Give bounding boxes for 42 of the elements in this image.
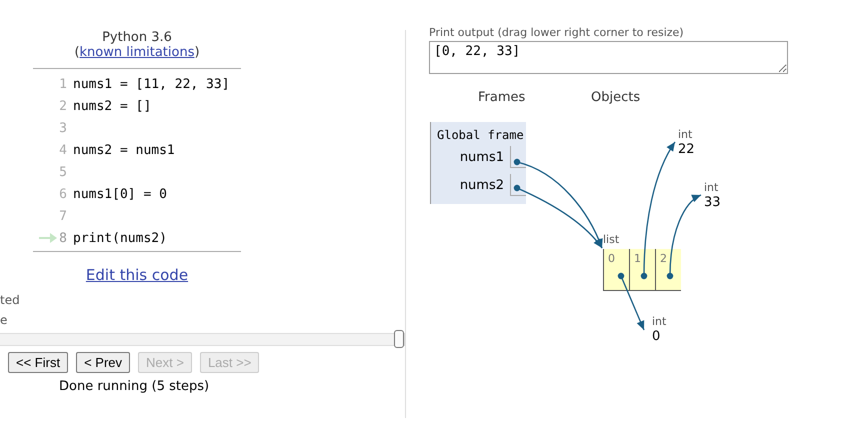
step-slider[interactable] — [0, 333, 405, 346]
edit-code-link[interactable]: Edit this code — [86, 266, 188, 284]
code-line: nums1[0] = 0 — [73, 186, 167, 202]
list-cell: 2 — [655, 249, 681, 291]
type-label: int — [678, 128, 692, 141]
frames-header: Frames — [478, 90, 526, 105]
step-button[interactable]: < Prev — [76, 352, 130, 373]
slider-thumb[interactable] — [394, 330, 404, 348]
line-number: 4 — [59, 142, 67, 158]
type-label: list — [603, 233, 620, 246]
option-label: ted — [0, 293, 20, 307]
variable-name: nums1 — [460, 150, 504, 164]
type-label: int — [704, 181, 718, 194]
list-cell: 1 — [629, 249, 655, 291]
paren-text: ) — [194, 45, 200, 60]
output-field[interactable]: [0, 22, 33] — [429, 41, 788, 74]
code-line: print(nums2) — [73, 230, 167, 246]
language-label: Python 3.6 — [102, 30, 172, 45]
variable-name: nums2 — [460, 178, 504, 192]
limitations-link[interactable]: known limitations — [80, 45, 194, 60]
int-value: 22 — [678, 142, 695, 157]
code-line: nums1 = [11, 22, 33] — [73, 76, 230, 92]
line-number: 7 — [59, 208, 67, 224]
line-number: 6 — [59, 186, 67, 202]
line-number: 3 — [59, 120, 67, 136]
int-value: 0 — [652, 329, 660, 344]
int-value: 33 — [704, 195, 721, 210]
objects-header: Objects — [591, 90, 640, 105]
type-label: int — [652, 315, 666, 328]
frame-title: Global frame — [436, 127, 525, 142]
code-line: nums2 = nums1 — [73, 142, 175, 158]
line-number: 2 — [59, 98, 67, 114]
step-button[interactable]: << First — [8, 352, 68, 373]
line-number: 1 — [59, 76, 67, 92]
status-text: Done running (5 steps) — [59, 379, 210, 394]
output-label: Print output (drag lower right corner to resize) — [429, 26, 685, 39]
paren-text: ( — [74, 45, 80, 60]
code-line: nums2 = [] — [73, 98, 152, 114]
line-number: 5 — [59, 164, 67, 180]
list-cell: 0 — [603, 249, 629, 291]
line-number: 8 — [59, 230, 67, 246]
option-label: e — [0, 313, 8, 327]
